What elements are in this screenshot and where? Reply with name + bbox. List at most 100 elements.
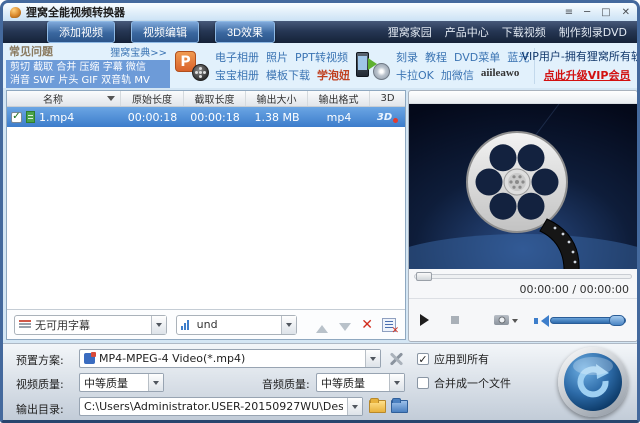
preset-value: MP4-MPEG-4 Video(*.mp4) — [99, 352, 246, 365]
column-header-name-label: 名称 — [43, 95, 63, 106]
clear-list-icon[interactable] — [382, 317, 399, 336]
maximize-button[interactable]: □ — [601, 6, 610, 19]
window-controls: ≡ ─ □ ✕ — [565, 6, 630, 19]
apply-all-label: 应用到所有 — [434, 353, 489, 366]
link-dvd-menu[interactable]: DVD菜单 — [454, 49, 500, 65]
merge-checkbox[interactable] — [417, 377, 429, 389]
nav-link-download-video[interactable]: 下载视频 — [502, 24, 546, 40]
file-output-format: mp4 — [326, 110, 352, 124]
open-folder-icon[interactable] — [369, 398, 386, 413]
move-down-icon[interactable] — [338, 318, 352, 332]
link-karaoke[interactable]: 卡拉OK — [396, 67, 434, 83]
apply-all-checkbox[interactable] — [417, 353, 429, 365]
speaker-icon[interactable] — [534, 314, 549, 327]
close-button[interactable]: ✕ — [622, 6, 630, 19]
preset-dropdown-arrow-icon[interactable] — [365, 350, 380, 367]
column-header-output-format[interactable]: 输出格式 — [308, 91, 370, 106]
preset-label: 预置方案: — [16, 354, 64, 367]
output-dir-label: 输出目录: — [16, 403, 64, 416]
faq-column: 常见问题 狸窝宝典>> 剪切 截取 合并 压缩 字幕 微信 消音 SWF 片头 … — [6, 43, 170, 88]
link-baby-album[interactable]: 宝宝相册 — [215, 67, 259, 83]
top-nav-links: 狸窝家园 产品中心 下载视频 制作刻录DVD — [388, 24, 627, 40]
merge-label: 合并成一个文件 — [434, 377, 511, 390]
volume-handle[interactable] — [609, 314, 625, 326]
column-header-name[interactable]: 名称 — [7, 91, 121, 106]
merge-option: 合并成一个文件 — [417, 375, 511, 391]
file-output-size: 1.38 MB — [254, 110, 300, 124]
row-checkbox[interactable] — [11, 111, 22, 123]
file-trim-length: 00:00:18 — [190, 110, 240, 124]
file-list-panel: 名称 原始长度 截取长度 输出大小 输出格式 3D 1.mp4 00:00:18… — [6, 90, 406, 340]
vip-text: VIP用户-拥有狸窝所有软件 — [521, 50, 640, 63]
phone-to-disc-icon[interactable] — [355, 49, 391, 82]
menu-icon[interactable]: ≡ — [565, 6, 573, 19]
snapshot-dropdown-arrow-icon[interactable] — [512, 318, 518, 326]
audio-quality-dropdown[interactable]: 中等质量 — [316, 373, 405, 392]
nav-link-home[interactable]: 狸窝家园 — [388, 24, 432, 40]
audio-dropdown-arrow-icon[interactable] — [281, 315, 297, 334]
link-tutorial[interactable]: 教程 — [425, 49, 447, 65]
link-xuepaoniu[interactable]: 学泡妞 — [317, 67, 350, 83]
output-settings-panel: 预置方案: MP4-MPEG-4 Video(*.mp4) 应用到所有 视频质量… — [3, 343, 637, 420]
browse-folder-icon[interactable] — [391, 398, 408, 413]
seek-handle[interactable] — [416, 271, 432, 281]
ppt-to-video-icon[interactable]: P — [175, 49, 210, 82]
link-template-download[interactable]: 模板下载 — [266, 67, 310, 83]
column-header-original-length[interactable]: 原始长度 — [121, 91, 184, 106]
tab-add-video[interactable]: 添加视频 — [47, 21, 115, 43]
link-ppt-to-video[interactable]: PPT转视频 — [295, 49, 348, 65]
volume-slider[interactable] — [550, 314, 626, 326]
subtitle-dropdown[interactable]: 无可用字幕 — [14, 314, 167, 335]
convert-arrow-icon — [564, 353, 622, 411]
baodian-link[interactable]: 狸窝宝典>> — [110, 44, 167, 59]
video-quality-dropdown[interactable]: 中等质量 — [79, 373, 164, 392]
link-burn[interactable]: 刻录 — [396, 49, 418, 65]
convert-button[interactable] — [558, 347, 628, 417]
audio-track-value: und — [196, 318, 218, 331]
stop-button[interactable] — [451, 316, 459, 324]
minimize-button[interactable]: ─ — [584, 6, 590, 19]
audio-track-dropdown[interactable]: und — [175, 314, 298, 335]
video-preview[interactable] — [409, 104, 637, 269]
preview-header-strip — [409, 91, 637, 104]
preset-settings-icon[interactable] — [388, 351, 404, 367]
titlebar: 狸窝全能视频转换器 ≡ ─ □ ✕ — [3, 3, 637, 21]
sort-arrow-icon[interactable] — [107, 96, 115, 105]
play-button[interactable] — [420, 314, 435, 326]
main-area: 名称 原始长度 截取长度 输出大小 输出格式 3D 1.mp4 00:00:18… — [3, 88, 637, 343]
link-add-wechat[interactable]: 加微信 — [441, 67, 474, 83]
table-row[interactable]: 1.mp4 00:00:18 00:00:18 1.38 MB mp4 3D — [7, 107, 405, 127]
file-list-empty-area — [7, 127, 405, 309]
apply-all-option: 应用到所有 — [417, 351, 489, 367]
column-header-3d[interactable]: 3D — [370, 91, 405, 106]
phone-screen-icon — [358, 56, 367, 70]
table-header: 名称 原始长度 截取长度 输出大小 输出格式 3D — [7, 91, 405, 107]
move-up-icon[interactable] — [315, 318, 329, 333]
vip-upgrade-link[interactable]: 点此升级VIP会员 — [544, 67, 631, 83]
tab-video-edit[interactable]: 视频编辑 — [131, 21, 199, 43]
feature-keywords-box[interactable]: 剪切 截取 合并 压缩 字幕 微信 消音 SWF 片头 GIF 双音轨 MV — [6, 60, 170, 88]
audio-quality-arrow-icon[interactable] — [389, 374, 404, 391]
disc-icon — [373, 63, 390, 80]
column-header-trim-length[interactable]: 截取长度 — [184, 91, 246, 106]
video-quality-label: 视频质量: — [16, 378, 64, 391]
column-header-output-size[interactable]: 输出大小 — [246, 91, 308, 106]
faq-link[interactable]: 常见问题 — [9, 43, 53, 59]
video-quality-arrow-icon[interactable] — [148, 374, 163, 391]
remove-file-icon[interactable]: ✕ — [361, 318, 373, 332]
snapshot-button[interactable] — [494, 315, 518, 326]
subtitle-dropdown-arrow-icon[interactable] — [150, 315, 166, 334]
playback-controls — [409, 299, 637, 341]
nav-link-products[interactable]: 产品中心 — [445, 24, 489, 40]
feature-keywords-line1: 剪切 截取 合并 压缩 字幕 微信 — [10, 62, 146, 73]
link-e-album[interactable]: 电子相册 — [215, 49, 259, 65]
link-photo[interactable]: 照片 — [266, 49, 288, 65]
nav-link-burn-dvd[interactable]: 制作刻录DVD — [559, 24, 627, 40]
album-links-group: 电子相册 照片 PPT转视频 宝宝相册 模板下载 学泡妞 — [215, 49, 350, 83]
row-3d-badge[interactable]: 3D — [377, 112, 399, 123]
seek-slider[interactable] — [414, 271, 632, 281]
output-dir-arrow-icon[interactable] — [347, 398, 362, 415]
preset-dropdown[interactable]: MP4-MPEG-4 Video(*.mp4) — [79, 349, 381, 368]
tab-3d-effect[interactable]: 3D效果 — [215, 21, 276, 43]
output-dir-field[interactable]: C:\Users\Administrator.USER-20150927WU\D… — [79, 397, 363, 416]
